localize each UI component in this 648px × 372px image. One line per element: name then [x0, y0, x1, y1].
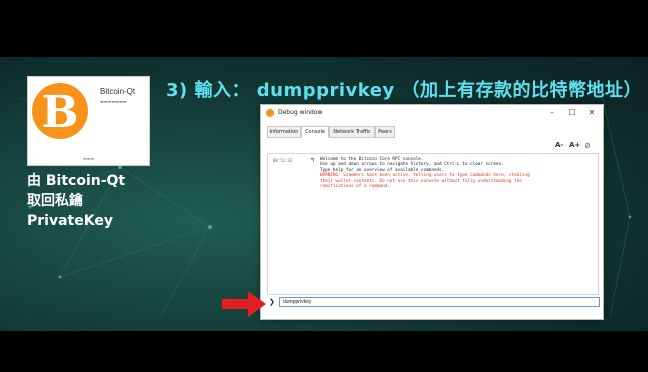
close-button[interactable]: ✕	[583, 107, 601, 119]
console-timestamp: 09:51:33	[273, 158, 293, 163]
tab-peers[interactable]: Peers	[375, 126, 395, 138]
bitcoin-app-icon	[266, 109, 274, 117]
caption-line-2: 取回私鑰	[27, 193, 83, 209]
minimize-button[interactable]: –	[543, 107, 561, 119]
console-lines: Welcome to the Bitcoin Core RPC console.…	[320, 157, 590, 189]
reply-icon: ↰	[310, 157, 316, 164]
console-output[interactable]: 09:51:33 ↰ Welcome to the Bitcoin Core R…	[267, 153, 599, 295]
thumbnail-footer: ▬▬▬	[82, 156, 95, 161]
window-titlebar[interactable]: Debug window – ☐ ✕	[261, 105, 603, 121]
tab-console[interactable]: Console	[301, 126, 329, 138]
slide-caption: 由 Bitcoin-Qt 取回私鑰 PrivateKey	[27, 171, 125, 231]
thumbnail-brand: Bitcoin-Qt	[100, 87, 136, 96]
prompt-icon: ❯	[269, 298, 275, 306]
bitcoin-qt-thumbnail: B Bitcoin-Qt ▬▬▬▬▬▬▬ ▬▬▬	[27, 76, 150, 166]
maximize-button[interactable]: ☐	[563, 107, 581, 119]
window-title: Debug window	[278, 109, 323, 116]
caption-line-1: 由 Bitcoin-Qt	[27, 173, 126, 189]
bitcoin-logo-icon: B	[32, 83, 88, 139]
thumbnail-subtext: ▬▬▬▬▬▬▬	[100, 99, 127, 104]
console-command-input[interactable]: dumpprivkey	[279, 297, 600, 307]
font-increase-button[interactable]: A+	[569, 141, 580, 149]
video-frame: 3) 輸入： dumpprivkey （加上有存款的比特幣地址） B Bitco…	[0, 0, 648, 372]
tab-information[interactable]: Information	[267, 126, 301, 138]
font-decrease-button[interactable]: A-	[555, 141, 563, 149]
clear-console-icon[interactable]: ⊘	[584, 141, 591, 150]
tab-network-traffic[interactable]: Network Traffic	[329, 126, 375, 138]
debug-window: Debug window – ☐ ✕ Information Console N…	[260, 104, 604, 320]
caption-line-3: PrivateKey	[27, 213, 113, 229]
red-arrow-icon	[222, 291, 266, 317]
console-input-row: ❯ dumpprivkey	[267, 297, 600, 307]
slide-title: 3) 輸入： dumpprivkey （加上有存款的比特幣地址）	[166, 80, 642, 101]
console-warning-line: ramifications of a command.	[320, 184, 390, 190]
